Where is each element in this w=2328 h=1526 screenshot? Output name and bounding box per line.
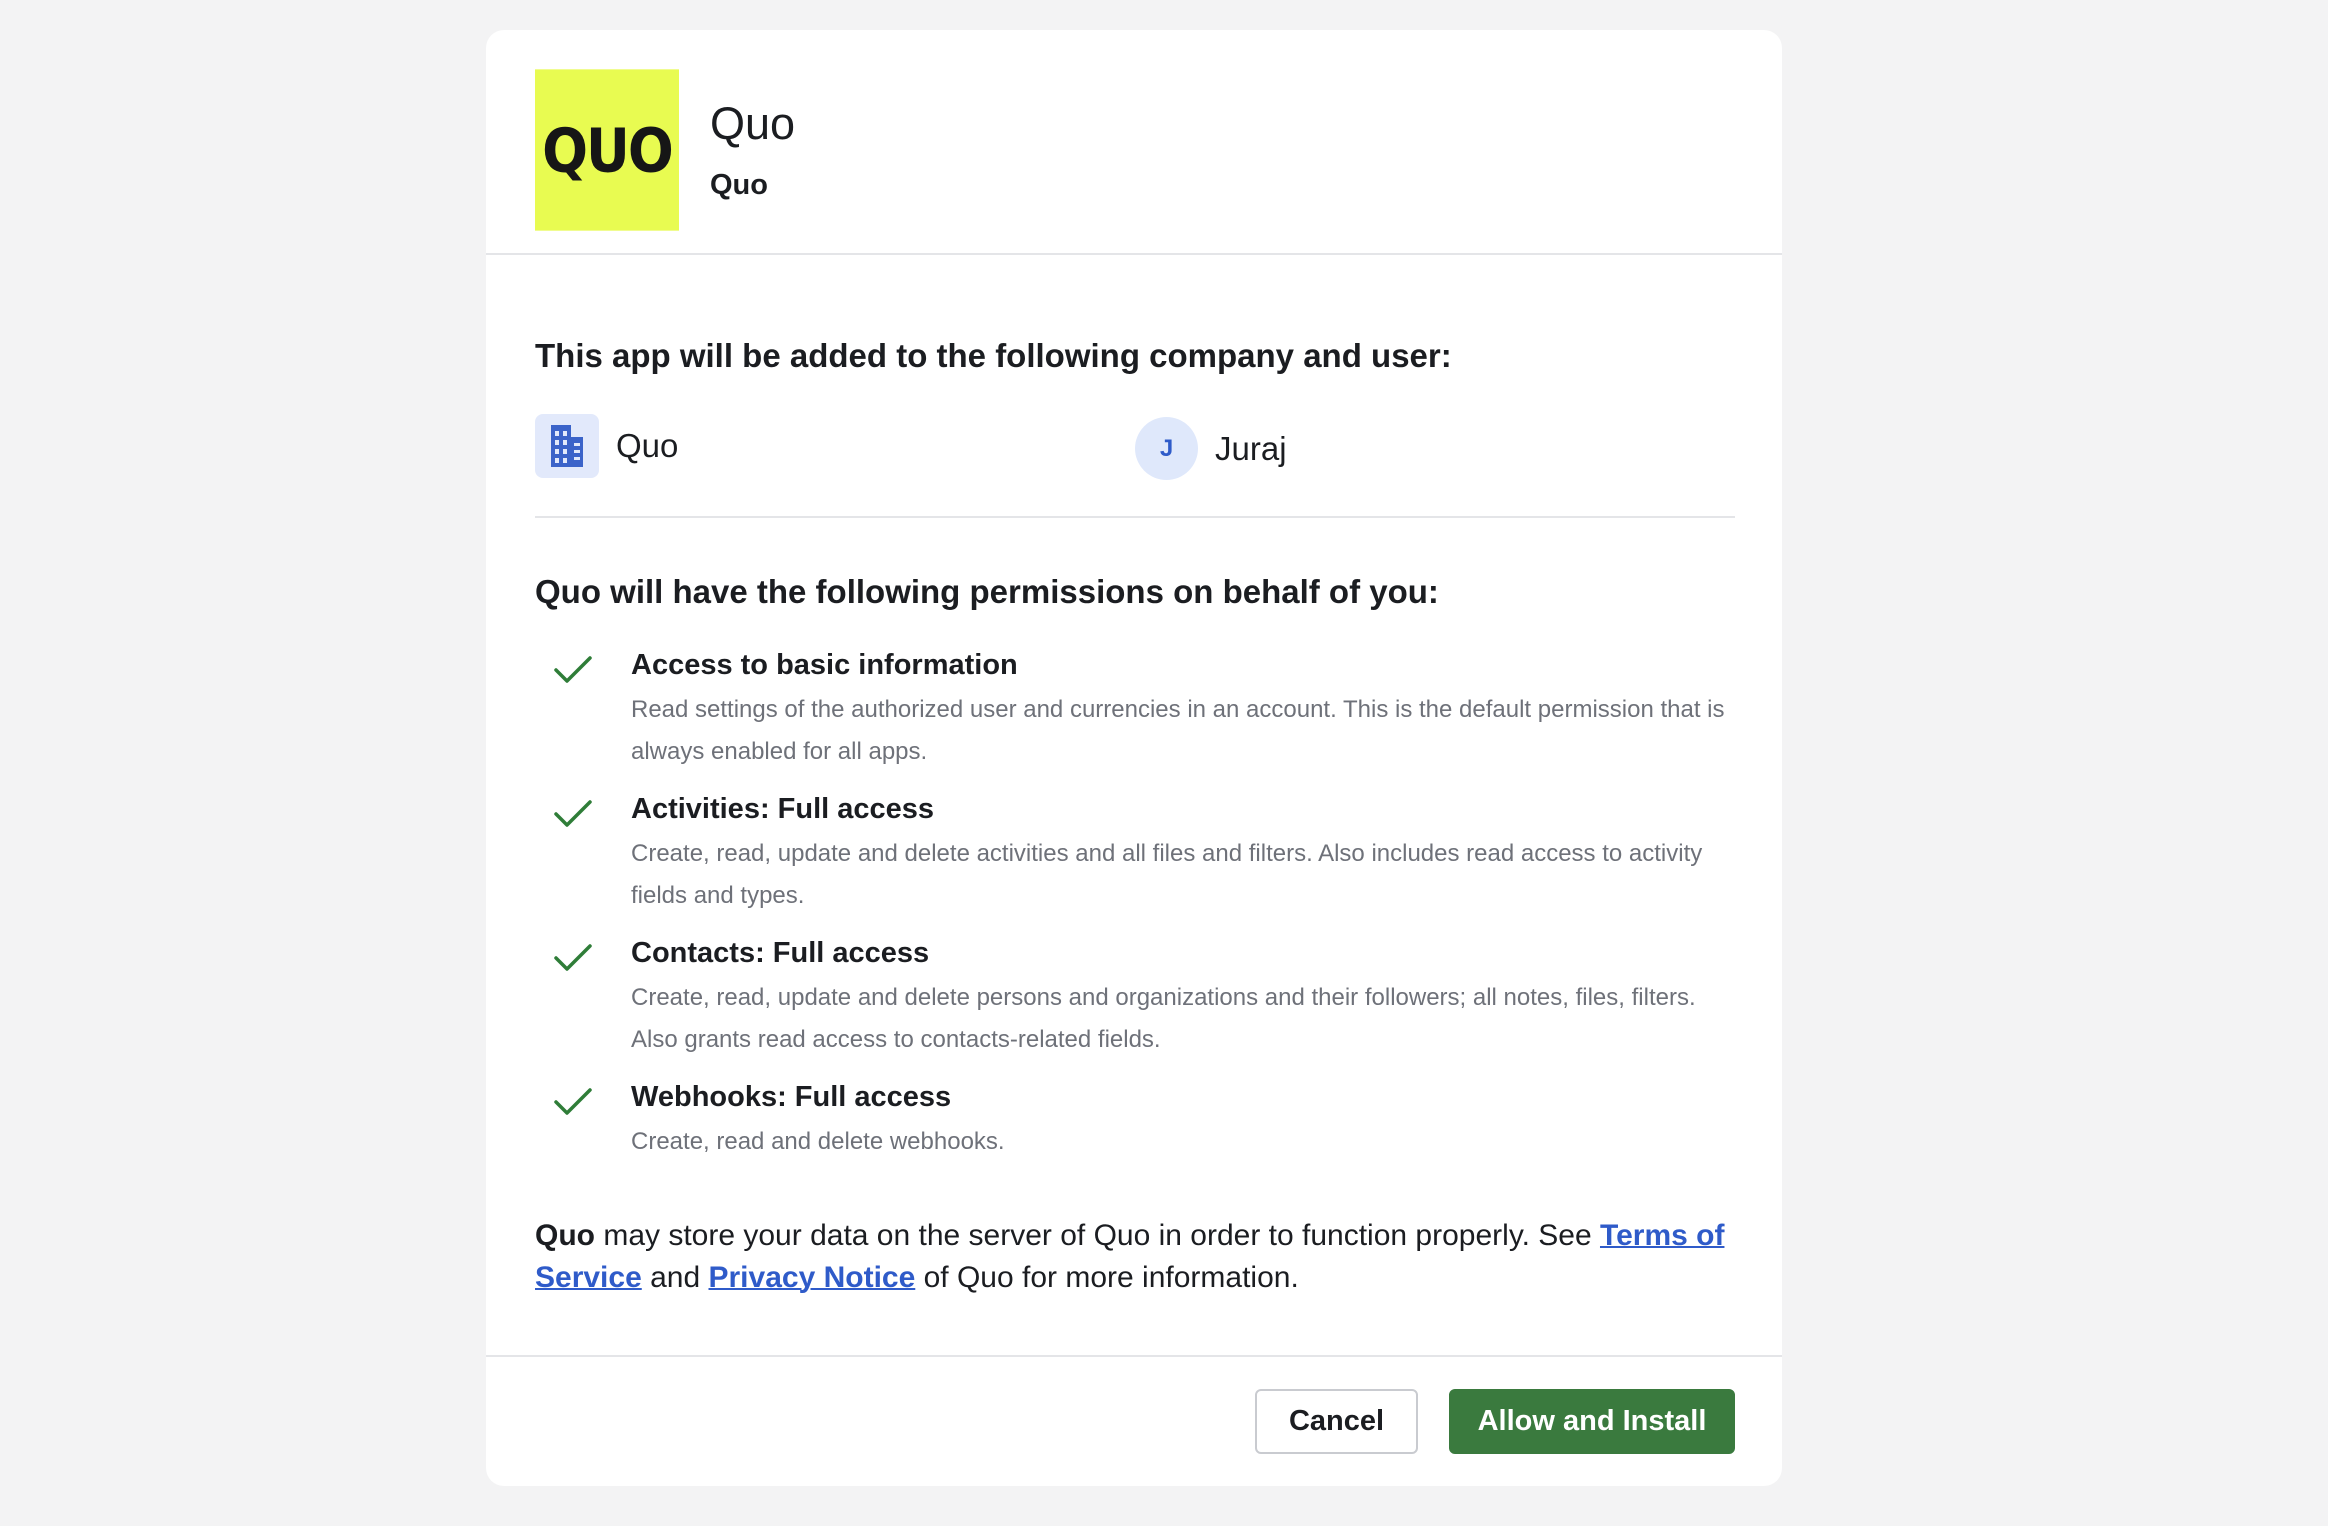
company-name: Quo xyxy=(616,427,679,464)
privacy-notice-link[interactable]: Privacy Notice xyxy=(709,1261,916,1294)
company-entity: Quo xyxy=(535,414,678,478)
app-subtitle: Quo xyxy=(710,169,768,201)
notice-text: and xyxy=(641,1261,709,1294)
check-icon xyxy=(554,800,592,827)
permissions-heading: Quo will have the following permissions … xyxy=(535,573,1439,610)
permission-title: Webhooks: Full access xyxy=(631,1081,952,1113)
notice-app-name: Quo xyxy=(535,1219,595,1252)
install-dialog: QUO Quo Quo This app will be added to th… xyxy=(486,30,1782,1486)
allow-and-install-button[interactable]: Allow and Install xyxy=(1449,1389,1735,1454)
permissions-list: Access to basic information Read setting… xyxy=(535,645,1735,1179)
install-target-heading: This app will be added to the following … xyxy=(535,337,1452,374)
permission-title: Activities: Full access xyxy=(631,793,935,825)
avatar: J xyxy=(1135,417,1198,480)
dialog-footer: Cancel Allow and Install xyxy=(486,1355,1782,1486)
building-icon xyxy=(535,414,599,478)
permission-description: Create, read, update and delete activiti… xyxy=(631,840,1703,909)
data-storage-notice: Quo may store your data on the server of… xyxy=(535,1215,1735,1299)
permission-title: Access to basic information xyxy=(631,649,1018,681)
check-icon xyxy=(554,1088,592,1115)
permission-description: Create, read, update and delete persons … xyxy=(631,984,1696,1053)
permission-item: Contacts: Full access Create, read, upda… xyxy=(535,933,1735,1061)
cancel-button[interactable]: Cancel xyxy=(1255,1389,1418,1454)
app-title: Quo xyxy=(710,98,796,149)
section-divider xyxy=(535,516,1735,518)
check-icon xyxy=(554,656,592,683)
dialog-header: QUO Quo Quo xyxy=(486,30,1782,255)
user-entity: J Juraj xyxy=(1135,417,1287,480)
permission-description: Read settings of the authorized user and… xyxy=(631,696,1725,765)
notice-text: may store your data on the server of Quo… xyxy=(595,1219,1600,1252)
user-name: Juraj xyxy=(1215,429,1287,467)
check-icon xyxy=(554,944,592,971)
permission-item: Activities: Full access Create, read, up… xyxy=(535,789,1735,917)
permission-item: Access to basic information Read setting… xyxy=(535,645,1735,773)
permission-title: Contacts: Full access xyxy=(631,937,930,969)
permission-item: Webhooks: Full access Create, read and d… xyxy=(535,1077,1735,1163)
app-logo: QUO xyxy=(535,69,679,231)
permission-description: Create, read and delete webhooks. xyxy=(631,1128,1005,1155)
notice-text: of Quo for more information. xyxy=(915,1261,1299,1294)
